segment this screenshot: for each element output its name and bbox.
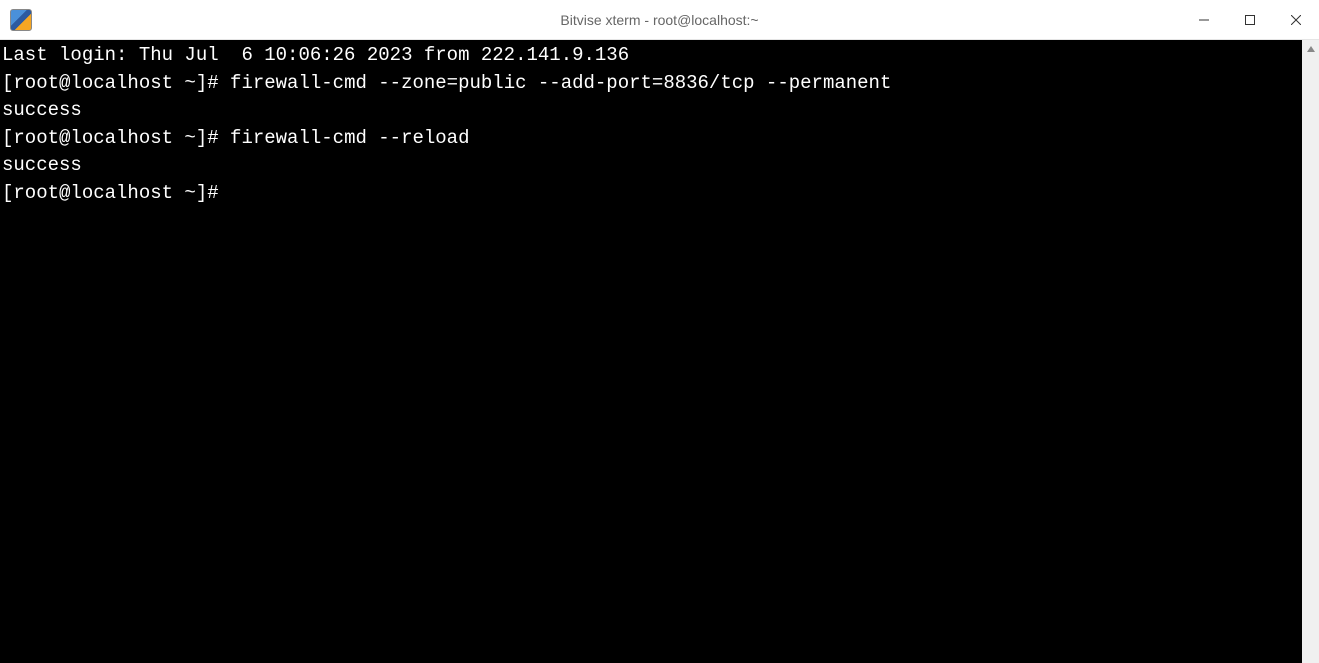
maximize-icon bbox=[1245, 15, 1255, 25]
window-controls bbox=[1181, 0, 1319, 39]
terminal-container: Last login: Thu Jul 6 10:06:26 2023 from… bbox=[0, 40, 1319, 663]
shell-prompt: [root@localhost ~]# bbox=[2, 72, 230, 94]
close-icon bbox=[1291, 15, 1301, 25]
maximize-button[interactable] bbox=[1227, 0, 1273, 39]
minimize-icon bbox=[1199, 15, 1209, 25]
shell-prompt: [root@localhost ~]# bbox=[2, 182, 230, 204]
vertical-scrollbar[interactable] bbox=[1302, 40, 1319, 663]
window-titlebar: Bitvise xterm - root@localhost:~ bbox=[0, 0, 1319, 40]
window-title: Bitvise xterm - root@localhost:~ bbox=[560, 12, 758, 28]
shell-command: firewall-cmd --reload bbox=[230, 127, 469, 149]
shell-command: firewall-cmd --zone=public --add-port=88… bbox=[230, 72, 891, 94]
close-button[interactable] bbox=[1273, 0, 1319, 39]
app-icon bbox=[10, 9, 32, 31]
terminal-line: [root@localhost ~]# bbox=[2, 180, 1302, 208]
terminal-line: Last login: Thu Jul 6 10:06:26 2023 from… bbox=[2, 42, 1302, 70]
scrollbar-up-arrow[interactable] bbox=[1302, 40, 1319, 57]
terminal-line: [root@localhost ~]# firewall-cmd --zone=… bbox=[2, 70, 1302, 98]
minimize-button[interactable] bbox=[1181, 0, 1227, 39]
chevron-up-icon bbox=[1307, 46, 1315, 52]
terminal[interactable]: Last login: Thu Jul 6 10:06:26 2023 from… bbox=[0, 40, 1302, 663]
shell-prompt: [root@localhost ~]# bbox=[2, 127, 230, 149]
terminal-line: success bbox=[2, 97, 1302, 125]
terminal-line: [root@localhost ~]# firewall-cmd --reloa… bbox=[2, 125, 1302, 153]
terminal-line: success bbox=[2, 152, 1302, 180]
